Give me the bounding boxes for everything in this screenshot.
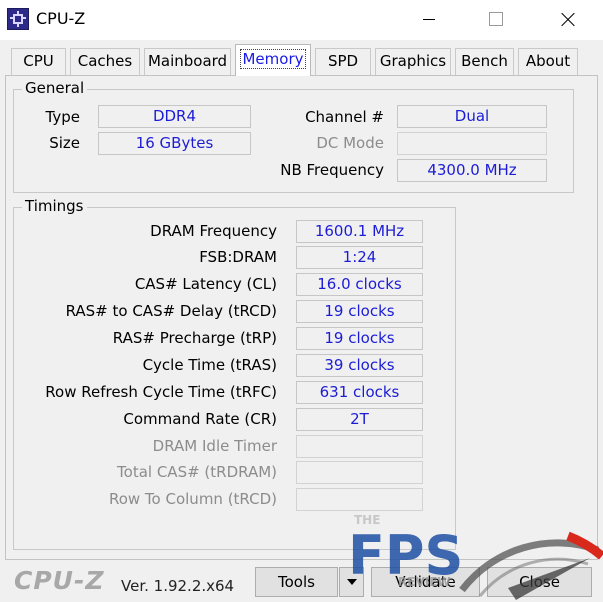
type-value: DDR4 [98, 105, 251, 128]
timing-label: Total CAS# (tRDRAM) [117, 463, 277, 481]
timing-label: RAS# to CAS# Delay (tRCD) [65, 302, 277, 320]
cpu-z-brand-logo: CPU-Z [14, 566, 105, 595]
close-button[interactable]: Close [487, 567, 592, 597]
validate-button[interactable]: Validate [371, 567, 480, 597]
tools-dropdown-button[interactable] [339, 567, 364, 597]
maximize-icon[interactable] [472, 0, 518, 38]
timing-label: Cycle Time (tRAS) [142, 356, 277, 374]
timing-label: CAS# Latency (CL) [134, 275, 277, 293]
timing-value: 631 clocks [296, 381, 423, 404]
channel-value: Dual [397, 105, 547, 128]
timings-group: Timings DRAM Frequency 1600.1 MHz FSB:DR… [13, 197, 456, 550]
size-value: 16 GBytes [98, 132, 251, 155]
size-label: Size [49, 134, 80, 152]
channel-label: Channel # [305, 108, 384, 126]
timing-label: Command Rate (CR) [123, 410, 277, 428]
timing-value: 2T [296, 408, 423, 431]
timing-value: 1600.1 MHz [296, 220, 423, 243]
tab-spd[interactable]: SPD [315, 48, 371, 75]
tab-cpu[interactable]: CPU [11, 48, 66, 75]
general-group-title: General [22, 79, 88, 97]
tab-graphics[interactable]: Graphics [375, 48, 451, 75]
timing-label: Row Refresh Cycle Time (tRFC) [45, 383, 277, 401]
nb-frequency-label: NB Frequency [280, 161, 384, 179]
tools-button[interactable]: Tools [255, 567, 338, 597]
timing-value [296, 435, 423, 458]
timing-value: 19 clocks [296, 327, 423, 350]
general-group: General Type DDR4 Size 16 GBytes Channel… [13, 79, 574, 193]
tab-caches[interactable]: Caches [70, 48, 140, 75]
tab-mainboard[interactable]: Mainboard [144, 48, 231, 75]
version-text: Ver. 1.92.2.x64 [121, 577, 235, 595]
timing-label: DRAM Frequency [150, 222, 277, 240]
minimize-icon[interactable] [406, 0, 452, 38]
timing-value [296, 461, 423, 484]
cpu-z-app-icon [7, 8, 29, 30]
tab-about[interactable]: About [518, 48, 578, 75]
memory-tab-panel: General Type DDR4 Size 16 GBytes Channel… [5, 75, 598, 560]
timing-label: RAS# Precharge (tRP) [112, 329, 277, 347]
window-title: CPU-Z [36, 9, 86, 28]
tab-bench[interactable]: Bench [455, 48, 514, 75]
dc-mode-value [397, 132, 547, 155]
timing-label: Row To Column (tRCD) [108, 490, 277, 508]
timing-label: FSB:DRAM [199, 248, 277, 266]
timing-value: 19 clocks [296, 300, 423, 323]
timing-value: 16.0 clocks [296, 273, 423, 296]
dc-mode-label: DC Mode [316, 134, 384, 152]
timing-value: 39 clocks [296, 354, 423, 377]
tab-memory[interactable]: Memory [235, 44, 311, 76]
timing-label: DRAM Idle Timer [152, 437, 277, 455]
type-label: Type [45, 108, 80, 126]
close-window-icon[interactable] [545, 0, 591, 38]
timing-value [296, 488, 423, 511]
client-area: CPU Caches Mainboard Memory SPD Graphics… [0, 40, 603, 602]
timing-value: 1:24 [296, 246, 423, 269]
timings-group-title: Timings [22, 197, 87, 215]
title-bar[interactable]: CPU-Z [0, 0, 603, 40]
nb-frequency-value: 4300.0 MHz [397, 159, 547, 182]
